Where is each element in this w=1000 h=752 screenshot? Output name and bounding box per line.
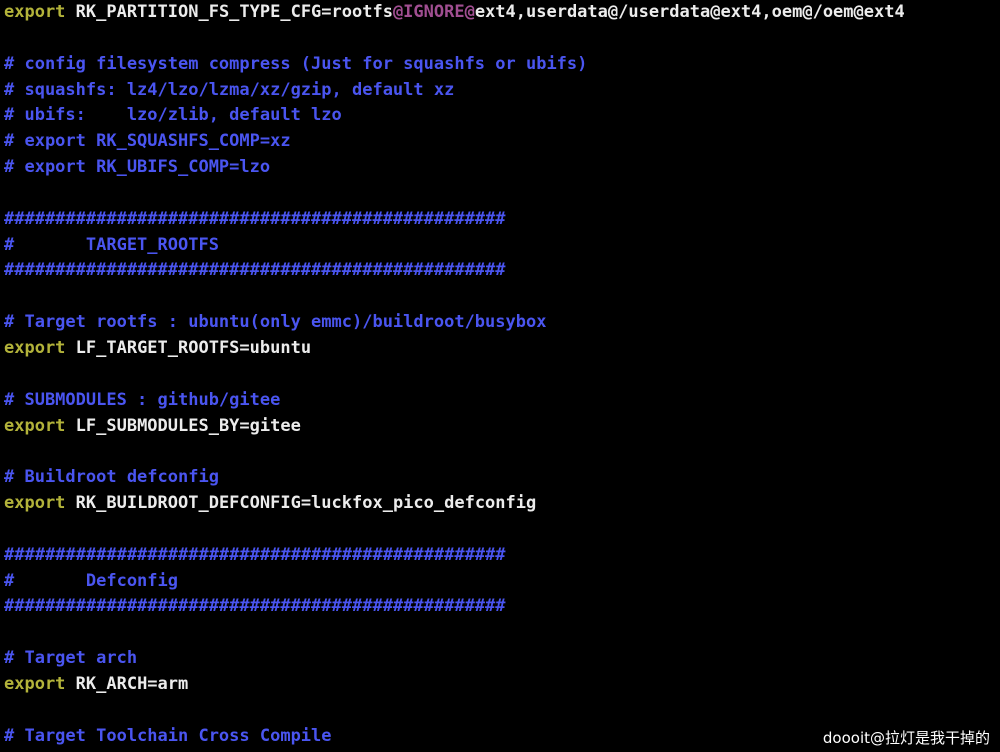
comment-token: # export RK_UBIFS_COMP=lzo (4, 157, 271, 178)
code-line[interactable]: export RK_ARCH=arm (4, 672, 1000, 698)
code-line[interactable]: export LF_TARGET_ROOTFS=ubuntu (4, 336, 1000, 362)
variable-token: RK_BUILDROOT_DEFCONFIG=luckfox_pico_defc… (65, 493, 537, 514)
keyword-token: export (4, 673, 66, 694)
code-line[interactable]: # Target rootfs : ubuntu(only emmc)/buil… (4, 310, 1000, 336)
comment-token: # TARGET_ROOTFS (4, 234, 219, 255)
watermark: doooit@拉灯是我干掉的 (820, 728, 992, 748)
code-line[interactable] (4, 517, 1000, 543)
code-line[interactable] (4, 698, 1000, 724)
comment-token: # Target Toolchain Cross Compile (4, 725, 332, 746)
keyword-token: export (4, 2, 66, 22)
code-line[interactable]: # export RK_SQUASHFS_COMP=xz (4, 129, 1000, 155)
code-line[interactable] (4, 181, 1000, 207)
variable-token: RK_ARCH=arm (65, 673, 189, 694)
code-line[interactable]: # SUBMODULES : github/gitee (4, 388, 1000, 414)
comment-token: # ubifs: lzo/zlib, default lzo (4, 105, 342, 126)
comment-token: # Buildroot defconfig (4, 467, 219, 488)
variable-token: LF_TARGET_ROOTFS=ubuntu (65, 337, 312, 358)
comment-token: # SUBMODULES : github/gitee (4, 389, 281, 410)
code-line[interactable]: # Target arch (4, 646, 1000, 672)
variable-token: RK_PARTITION_FS_TYPE_CFG=rootfs (65, 2, 393, 22)
code-line[interactable]: ########################################… (4, 594, 1000, 620)
comment-token: # export RK_SQUASHFS_COMP=xz (4, 131, 291, 152)
code-line[interactable]: # config filesystem compress (Just for s… (4, 52, 1000, 78)
code-line[interactable]: export RK_PARTITION_FS_TYPE_CFG=rootfs@I… (4, 0, 1000, 26)
comment-token: ########################################… (4, 544, 506, 565)
comment-token: # squashfs: lz4/lzo/lzma/xz/gzip, defaul… (4, 79, 455, 100)
code-line[interactable] (4, 26, 1000, 52)
code-line[interactable]: # Defconfig (4, 569, 1000, 595)
code-line[interactable]: # export RK_UBIFS_COMP=lzo (4, 155, 1000, 181)
comment-token: # config filesystem compress (Just for s… (4, 53, 588, 74)
keyword-token: export (4, 415, 66, 436)
comment-token: ########################################… (4, 596, 506, 617)
code-line[interactable] (4, 284, 1000, 310)
keyword-token: export (4, 337, 66, 358)
code-line[interactable]: ########################################… (4, 543, 1000, 569)
variable-token: LF_SUBMODULES_BY=gitee (65, 415, 301, 436)
variable-token: ext4,userdata@/userdata@ext4,oem@/oem@ex… (474, 2, 905, 22)
keyword-token: export (4, 493, 66, 514)
comment-token: # Target rootfs : ubuntu(only emmc)/buil… (4, 312, 547, 333)
comment-token: ########################################… (4, 260, 506, 281)
code-line[interactable]: ########################################… (4, 258, 1000, 284)
comment-token: # Defconfig (4, 570, 178, 591)
code-line[interactable] (4, 620, 1000, 646)
code-line[interactable]: export LF_SUBMODULES_BY=gitee (4, 414, 1000, 440)
code-line[interactable] (4, 362, 1000, 388)
code-line[interactable]: export RK_BUILDROOT_DEFCONFIG=luckfox_pi… (4, 491, 1000, 517)
code-line[interactable]: # TARGET_ROOTFS (4, 233, 1000, 259)
comment-token: # Target arch (4, 648, 138, 669)
code-line[interactable]: # ubifs: lzo/zlib, default lzo (4, 103, 1000, 129)
code-line[interactable]: # Buildroot defconfig (4, 465, 1000, 491)
code-editor[interactable]: export RK_PARTITION_FS_TYPE_CFG=rootfs@I… (4, 0, 1000, 749)
comment-token: ########################################… (4, 208, 506, 229)
code-line[interactable]: # squashfs: lz4/lzo/lzma/xz/gzip, defaul… (4, 78, 1000, 104)
code-line[interactable]: ########################################… (4, 207, 1000, 233)
code-line[interactable] (4, 439, 1000, 465)
ignore-token: @IGNORE@ (392, 2, 475, 22)
